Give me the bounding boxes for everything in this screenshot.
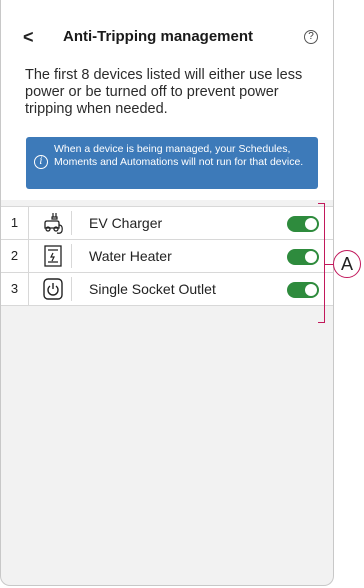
device-row-socket-outlet[interactable]: 3 Single Socket Outlet bbox=[1, 272, 333, 306]
back-button[interactable]: < bbox=[23, 26, 39, 50]
water-heater-icon bbox=[35, 244, 72, 268]
header: < Anti-Tripping management ? bbox=[1, 26, 333, 50]
top-section: < Anti-Tripping management ? The first 8… bbox=[1, 0, 333, 200]
device-row-ev-charger[interactable]: 1 EV Charger bbox=[1, 206, 333, 240]
callout-bracket bbox=[318, 203, 325, 323]
info-banner: i When a device is being managed, your S… bbox=[26, 137, 318, 189]
device-label: Water Heater bbox=[89, 248, 172, 264]
toggle-knob bbox=[305, 284, 317, 296]
device-toggle[interactable] bbox=[287, 216, 319, 232]
device-list: 1 EV Charger 2 Water Heater 3 Single Soc… bbox=[1, 206, 333, 306]
device-index: 2 bbox=[1, 240, 29, 272]
ev-charger-icon bbox=[35, 211, 72, 235]
toggle-knob bbox=[305, 218, 317, 230]
phone-frame: < Anti-Tripping management ? The first 8… bbox=[0, 0, 334, 586]
page-title: Anti-Tripping management bbox=[63, 28, 254, 45]
toggle-knob bbox=[305, 251, 317, 263]
description-text: The first 8 devices listed will either u… bbox=[25, 67, 303, 117]
callout-connector bbox=[325, 264, 333, 265]
device-toggle[interactable] bbox=[287, 282, 319, 298]
device-toggle[interactable] bbox=[287, 249, 319, 265]
info-banner-text: When a device is being managed, your Sch… bbox=[54, 143, 304, 168]
callout-marker: A bbox=[333, 250, 361, 278]
help-icon[interactable]: ? bbox=[304, 30, 318, 44]
device-index: 1 bbox=[1, 207, 29, 239]
device-index: 3 bbox=[1, 273, 29, 305]
power-outlet-icon bbox=[35, 277, 72, 301]
info-icon: i bbox=[34, 155, 48, 169]
device-label: Single Socket Outlet bbox=[89, 281, 216, 297]
device-label: EV Charger bbox=[89, 215, 163, 231]
device-row-water-heater[interactable]: 2 Water Heater bbox=[1, 239, 333, 273]
